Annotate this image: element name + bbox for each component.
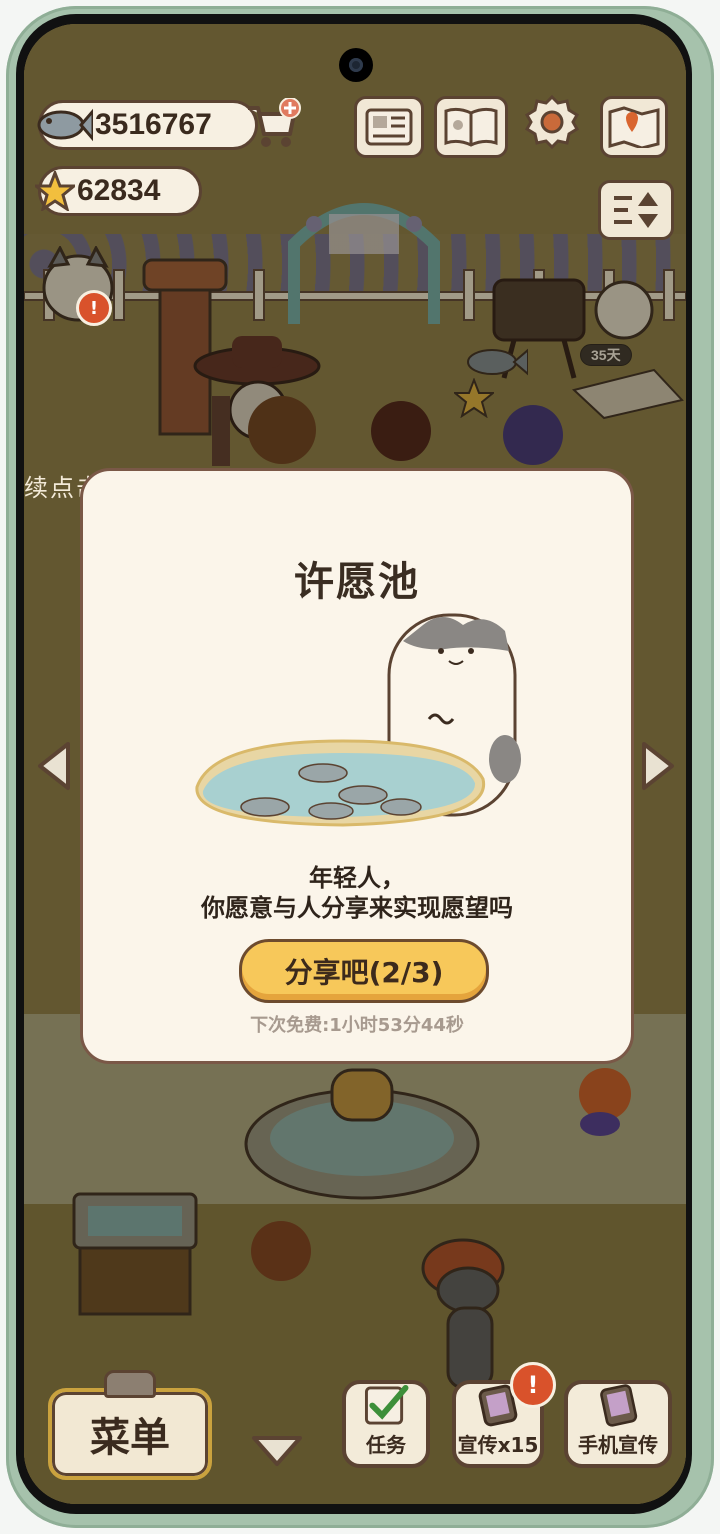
fish-count: 3516767 [95,108,212,141]
chevron-down-icon[interactable] [250,1434,304,1468]
settings-button[interactable] [522,92,582,152]
star-icon [35,171,75,211]
clipboard-clip [104,1370,156,1398]
dialog-message: 年轻人， 你愿意与人分享来实现愿望吗 [83,863,631,923]
newspaper-button[interactable] [354,96,424,158]
book-icon [444,107,498,147]
fish-icon [37,108,93,142]
game-screen: ! 35天 3516767 62834 许愿池 年轻人， 你愿意与人分享来实现愿… [24,24,686,1504]
map-icon [608,106,660,148]
share-button[interactable]: 分享吧(2/3) [239,939,489,1003]
free-timer: 下次免费:1小时53分44秒 [250,1015,464,1036]
guide-book-button[interactable] [434,96,508,158]
alert-badge-promo: ! [510,1362,556,1408]
newspaper-icon [365,108,413,146]
dialog-title: 许愿池 [294,559,420,605]
phone-promo-button[interactable]: 手机宣传 [564,1380,672,1468]
cart-icon [248,98,301,147]
star-count: 62834 [77,174,161,207]
shop-cart-button[interactable] [244,98,302,150]
wishing-pool-dialog: 许愿池 年轻人， 你愿意与人分享来实现愿望吗 分享吧(2/3) 下次免费:1小时… [80,468,634,1064]
message-line-1: 年轻人， [309,864,405,892]
phone-promo-label: 手机宣传 [578,1433,658,1457]
gear-icon [524,94,580,150]
wishing-pool-illustration [195,613,521,827]
fish-currency: 3516767 [37,100,258,150]
map-button[interactable] [600,96,668,158]
promo-x15-label: 宣传x15 [457,1433,539,1457]
arrow-left-icon[interactable] [36,740,72,792]
task-label: 任务 [366,1433,406,1457]
phone-icon [600,1384,638,1427]
layout-toggle-button[interactable] [598,180,674,240]
sort-icon [614,192,658,228]
menu-button[interactable]: 菜单 [48,1388,212,1480]
arrow-right-icon[interactable] [640,740,676,792]
checklist-icon [364,1384,409,1425]
star-currency: 62834 [35,166,202,216]
front-camera [339,48,373,82]
message-line-2: 你愿意与人分享来实现愿望吗 [201,894,513,922]
alert-badge-cat[interactable]: ! [76,290,112,326]
task-button[interactable]: 任务 [342,1380,430,1468]
